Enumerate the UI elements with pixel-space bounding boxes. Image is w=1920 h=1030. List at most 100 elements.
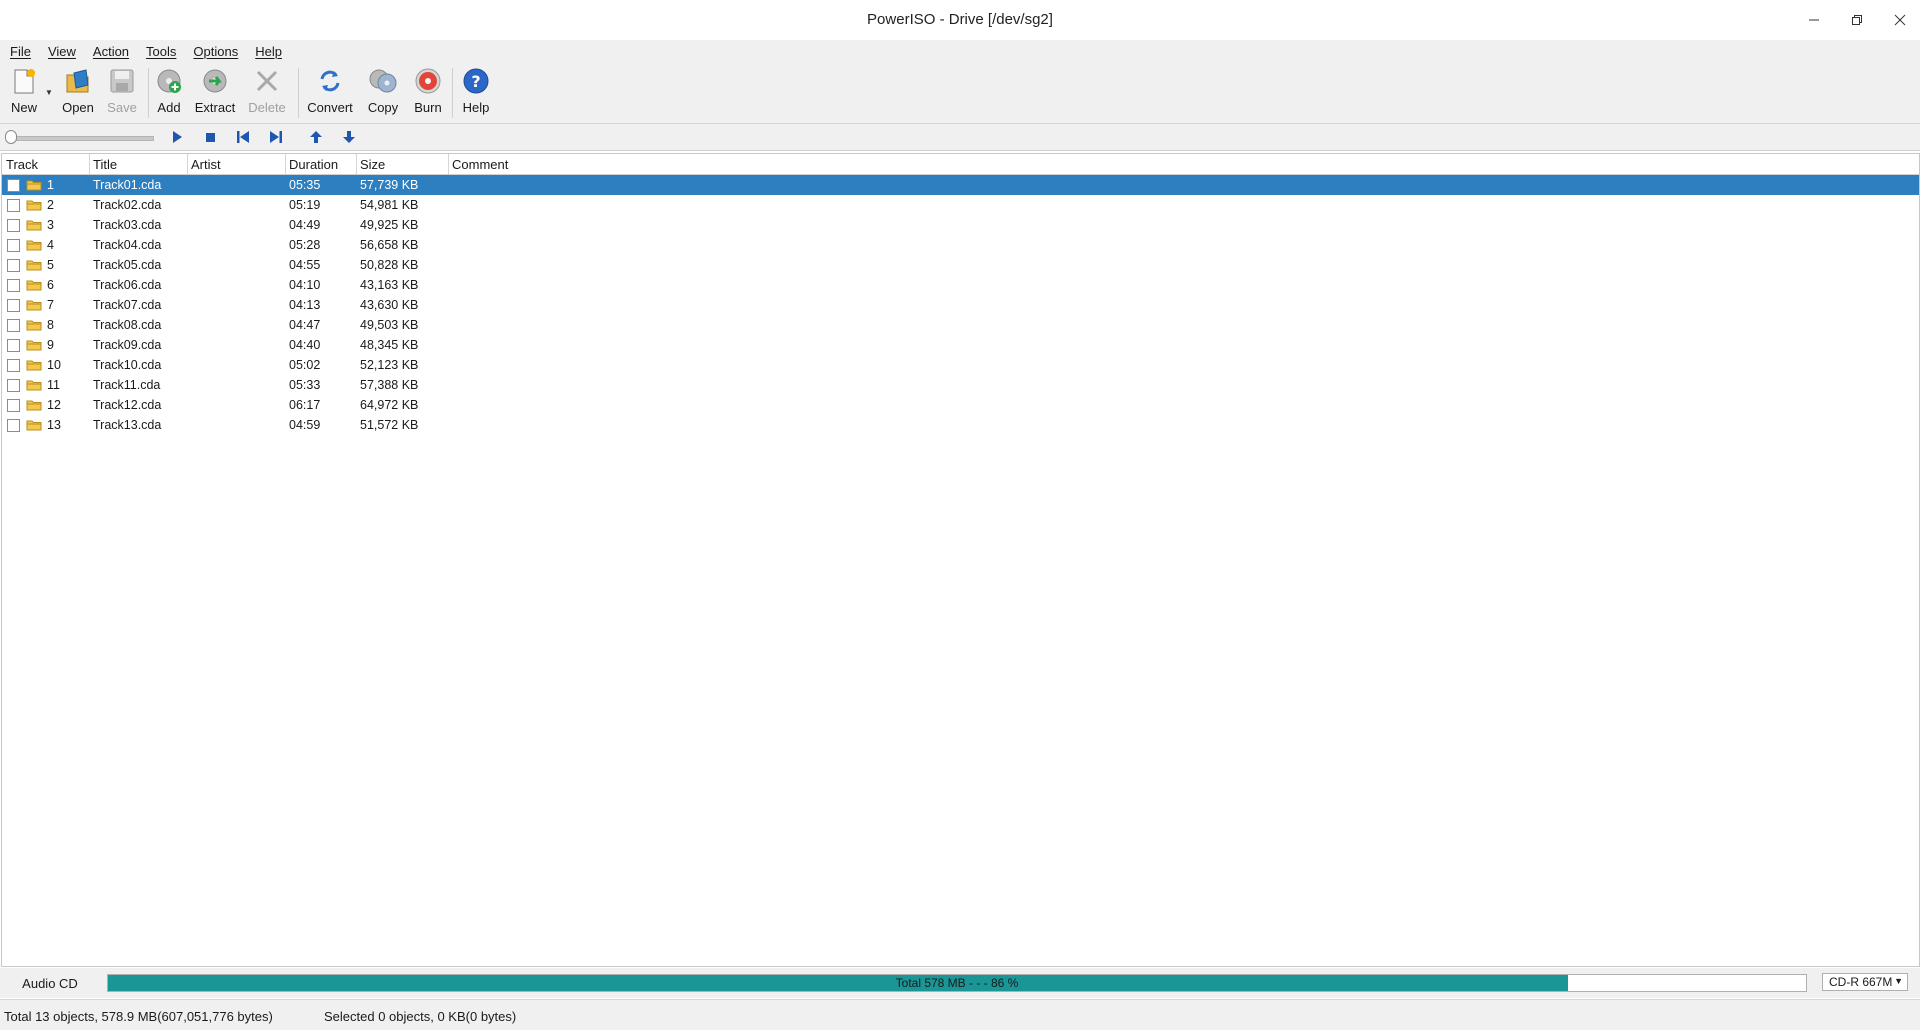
- table-row[interactable]: 10 Track10.cda 05:02 52,123 KB: [2, 355, 1919, 375]
- cell-duration: 04:59: [289, 418, 321, 432]
- column-header-comment[interactable]: Comment: [449, 157, 508, 172]
- play-icon: [173, 131, 182, 143]
- cell-title: Track07.cda: [93, 298, 162, 312]
- row-checkbox[interactable]: [7, 359, 20, 372]
- open-button[interactable]: Open: [61, 66, 95, 120]
- window-title: PowerISO - Drive [/dev/sg2]: [867, 11, 1053, 28]
- burn-button[interactable]: Burn: [412, 66, 444, 120]
- disc-type-label[interactable]: Audio CD: [4, 973, 96, 993]
- table-row[interactable]: 3 Track03.cda 04:49 49,925 KB: [2, 215, 1919, 235]
- menu-action[interactable]: Action: [83, 44, 136, 59]
- restore-button[interactable]: [1837, 4, 1877, 36]
- convert-button[interactable]: Convert: [305, 66, 355, 120]
- media-size-select[interactable]: CD-R 667M ▼: [1822, 973, 1908, 991]
- row-checkbox[interactable]: [7, 299, 20, 312]
- delete-button[interactable]: Delete: [247, 66, 287, 120]
- arrow-up-icon: [310, 131, 322, 143]
- row-checkbox[interactable]: [7, 379, 20, 392]
- capacity-text: Total 578 MB - - - 86 %: [895, 976, 1019, 990]
- table-row[interactable]: 5 Track05.cda 04:55 50,828 KB: [2, 255, 1919, 275]
- new-button[interactable]: New: [8, 66, 40, 120]
- extract-button[interactable]: Extract: [194, 66, 236, 120]
- menu-view[interactable]: View: [38, 44, 83, 59]
- row-checkbox[interactable]: [7, 259, 20, 272]
- row-checkbox[interactable]: [7, 199, 20, 212]
- row-checkbox[interactable]: [7, 279, 20, 292]
- player-bar: [0, 124, 1920, 151]
- cell-title: Track04.cda: [93, 238, 162, 252]
- folder-icon: [26, 180, 42, 191]
- capacity-bar: Audio CD Total 578 MB - - - 86 % CD-R 66…: [0, 968, 1920, 998]
- row-checkbox[interactable]: [7, 339, 20, 352]
- save-button[interactable]: Save: [107, 66, 137, 120]
- cell-size: 43,163 KB: [360, 278, 419, 292]
- table-row[interactable]: 1 Track01.cda 05:35 57,739 KB: [2, 175, 1919, 195]
- cell-track: 10: [47, 358, 61, 372]
- cell-track: 7: [47, 298, 54, 312]
- next-track-button[interactable]: [267, 129, 285, 145]
- menu-help[interactable]: Help: [245, 44, 289, 59]
- column-header-duration[interactable]: Duration: [286, 157, 338, 172]
- cell-track: 2: [47, 198, 54, 212]
- row-checkbox[interactable]: [7, 219, 20, 232]
- new-dropdown-arrow-icon[interactable]: ▼: [45, 88, 53, 97]
- table-header: Track Title Artist Duration Size Comment: [2, 154, 1919, 175]
- table-row[interactable]: 8 Track08.cda 04:47 49,503 KB: [2, 315, 1919, 335]
- table-row[interactable]: 13 Track13.cda 04:59 51,572 KB: [2, 415, 1919, 435]
- seek-slider[interactable]: [8, 136, 154, 141]
- cell-track: 3: [47, 218, 54, 232]
- stop-button[interactable]: [201, 129, 219, 145]
- table-row[interactable]: 12 Track12.cda 06:17 64,972 KB: [2, 395, 1919, 415]
- menu-file[interactable]: File: [0, 44, 38, 59]
- minimize-button[interactable]: [1794, 4, 1834, 36]
- table-row[interactable]: 7 Track07.cda 04:13 43,630 KB: [2, 295, 1919, 315]
- previous-track-button[interactable]: [234, 129, 252, 145]
- cell-duration: 04:55: [289, 258, 321, 272]
- cell-duration: 04:13: [289, 298, 321, 312]
- cell-size: 50,828 KB: [360, 258, 419, 272]
- title-bar: PowerISO - Drive [/dev/sg2]: [0, 0, 1920, 40]
- move-up-button[interactable]: [307, 129, 325, 145]
- row-checkbox[interactable]: [7, 179, 20, 192]
- cell-title: Track03.cda: [93, 218, 162, 232]
- row-checkbox[interactable]: [7, 319, 20, 332]
- seek-slider-thumb[interactable]: [5, 130, 17, 144]
- column-header-artist[interactable]: Artist: [188, 157, 221, 172]
- row-checkbox[interactable]: [7, 419, 20, 432]
- table-row[interactable]: 2 Track02.cda 05:19 54,981 KB: [2, 195, 1919, 215]
- cell-duration: 06:17: [289, 398, 321, 412]
- cell-duration: 05:19: [289, 198, 321, 212]
- open-folder-icon: [63, 66, 93, 96]
- status-selected: Selected 0 objects, 0 KB(0 bytes): [324, 1009, 517, 1024]
- close-icon: [1894, 14, 1906, 26]
- close-button[interactable]: [1880, 4, 1920, 36]
- cell-size: 64,972 KB: [360, 398, 419, 412]
- menu-tools[interactable]: Tools: [136, 44, 183, 59]
- column-header-size[interactable]: Size: [357, 157, 385, 172]
- cell-size: 48,345 KB: [360, 338, 419, 352]
- table-row[interactable]: 6 Track06.cda 04:10 43,163 KB: [2, 275, 1919, 295]
- table-row[interactable]: 9 Track09.cda 04:40 48,345 KB: [2, 335, 1919, 355]
- cell-track: 9: [47, 338, 54, 352]
- new-file-icon: [9, 66, 39, 96]
- extract-icon: [200, 66, 230, 96]
- column-header-title[interactable]: Title: [90, 157, 117, 172]
- menu-bar: File View Action Tools Options Help: [0, 40, 1920, 62]
- row-checkbox[interactable]: [7, 239, 20, 252]
- svg-text:?: ?: [471, 72, 480, 91]
- move-down-button[interactable]: [340, 129, 358, 145]
- cell-track: 8: [47, 318, 54, 332]
- cell-size: 51,572 KB: [360, 418, 419, 432]
- add-button[interactable]: Add: [154, 66, 184, 120]
- cell-title: Track13.cda: [93, 418, 162, 432]
- table-row[interactable]: 11 Track11.cda 05:33 57,388 KB: [2, 375, 1919, 395]
- copy-button[interactable]: Copy: [365, 66, 401, 120]
- cell-title: Track08.cda: [93, 318, 162, 332]
- cell-track: 12: [47, 398, 61, 412]
- row-checkbox[interactable]: [7, 399, 20, 412]
- help-button[interactable]: ? Help: [459, 66, 493, 120]
- table-row[interactable]: 4 Track04.cda 05:28 56,658 KB: [2, 235, 1919, 255]
- column-header-track[interactable]: Track: [3, 157, 38, 172]
- play-button[interactable]: [168, 129, 186, 145]
- menu-options[interactable]: Options: [183, 44, 245, 59]
